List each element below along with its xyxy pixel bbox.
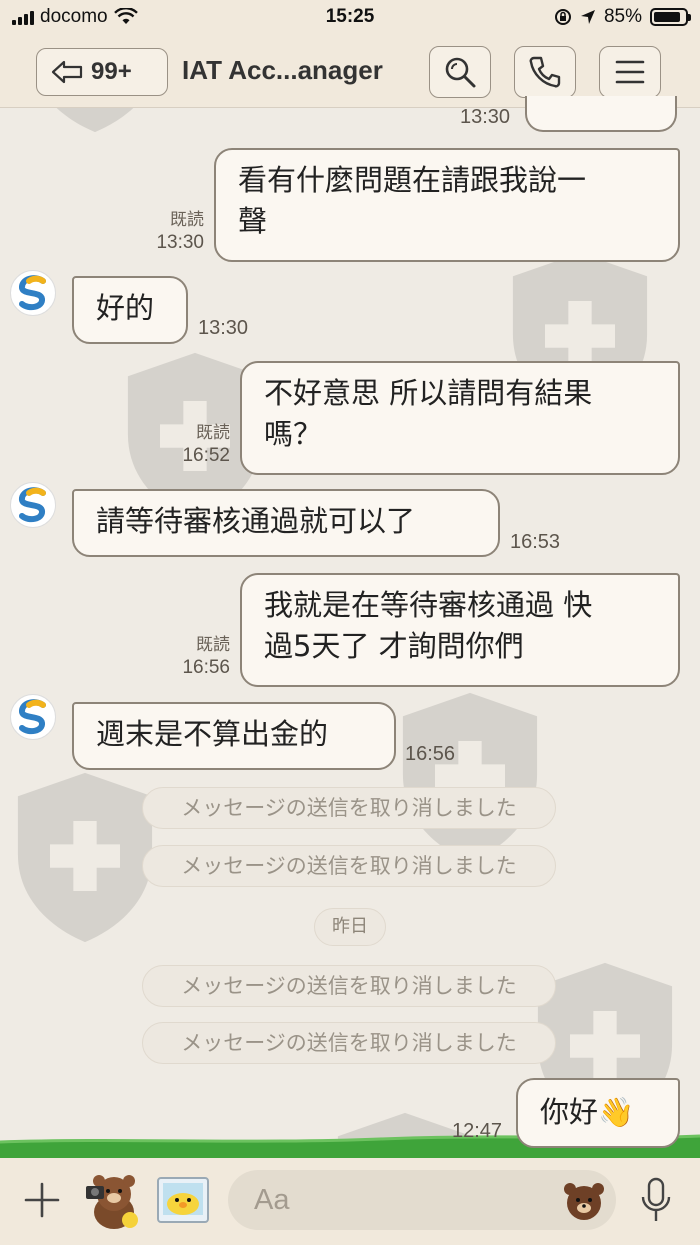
emoji-sticker-button-icon[interactable] [562,1179,606,1221]
location-arrow-icon [580,10,595,24]
menu-button[interactable] [599,46,661,98]
message-time: 16:56 [182,657,230,678]
watermark-shield-icon [10,770,160,945]
read-receipt: 既読 [196,635,230,654]
outgoing-message-bubble[interactable]: 不好意思 所以請問有結果 嗎？ [240,361,680,475]
phone-icon [529,56,561,88]
message-line: 嗎？ [264,417,323,451]
add-attachment-icon[interactable] [22,1180,62,1220]
outgoing-message-bubble[interactable]: 你好👋 [516,1078,680,1148]
message-meta: 既読 16:52 [166,421,230,467]
message-text: 你好👋 [540,1095,635,1129]
message-input-placeholder: Aa [254,1183,290,1216]
status-right: 85% [554,6,691,28]
outgoing-message-bubble[interactable]: 看有什麼問題在請跟我說一 聲 [214,148,680,262]
chat-title: IAT Acc...anager [182,55,383,85]
search-button[interactable] [429,46,491,98]
contact-logo-icon [19,699,46,735]
search-icon [445,57,476,88]
watermark-shield-icon [395,690,545,865]
contact-avatar[interactable] [10,694,56,740]
back-arrow-icon [51,60,83,84]
call-button[interactable] [514,46,576,98]
battery-percent: 85% [603,6,642,27]
message-input-bar: Aa [0,1158,700,1245]
message-time: 16:56 [405,743,456,765]
contact-logo-icon [19,487,46,523]
partial-message-bubble[interactable] [525,96,677,132]
message-time: 13:30 [198,317,249,339]
unread-count: 99+ [91,58,132,85]
incoming-message-bubble[interactable]: 週末是不算出金的 [72,702,396,770]
microphone-icon[interactable] [640,1177,672,1223]
message-line: 看有什麼問題在請跟我說一 [238,163,587,197]
unsent-message-notice: メッセージの送信を取り消しました [142,845,556,887]
message-meta: 既読 13:30 [140,208,204,254]
message-line: 過5天了 才詢問你們 [264,629,524,663]
message-line: 不好意思 所以請問有結果 [264,376,593,410]
bear-camera-sticker-icon[interactable] [84,1172,144,1230]
contact-avatar[interactable] [10,270,56,316]
message-time: 13:30 [156,232,204,253]
message-time: 16:53 [510,531,561,553]
battery-fill [654,12,680,22]
message-input[interactable]: Aa [228,1170,616,1230]
message-line: 聲 [238,204,268,238]
message-time: 16:52 [182,445,230,466]
battery-icon [650,8,691,26]
incoming-message-bubble[interactable]: 請等待審核通過就可以了 [72,489,500,557]
menu-icon [615,60,645,84]
contact-avatar[interactable] [10,482,56,528]
date-divider: 昨日 [314,908,386,946]
rotation-lock-icon [554,9,571,25]
message-text: 好的 [96,291,155,325]
message-meta: 既読 16:56 [166,633,230,679]
incoming-message-bubble[interactable]: 好的 [72,276,188,344]
read-receipt: 既読 [196,423,230,442]
message-text: 請等待審核通過就可以了 [96,504,416,538]
status-bar: docomo 15:25 85% [0,0,700,36]
partial-message-time: 13:30 [460,106,511,128]
outgoing-message-bubble[interactable]: 我就是在等待審核通過 快 過5天了 才詢問你們 [240,573,680,687]
back-button[interactable]: 99+ [36,48,168,96]
message-text: 週末是不算出金的 [96,717,329,751]
message-time: 12:47 [452,1120,503,1142]
message-line: 我就是在等待審核通過 快 [264,588,593,622]
sally-photo-sticker-icon[interactable] [156,1174,210,1226]
read-receipt: 既読 [170,210,204,229]
contact-logo-icon [19,275,46,311]
unsent-message-notice: メッセージの送信を取り消しました [142,965,556,1007]
unsent-message-notice: メッセージの送信を取り消しました [142,787,556,829]
unsent-message-notice: メッセージの送信を取り消しました [142,1022,556,1064]
